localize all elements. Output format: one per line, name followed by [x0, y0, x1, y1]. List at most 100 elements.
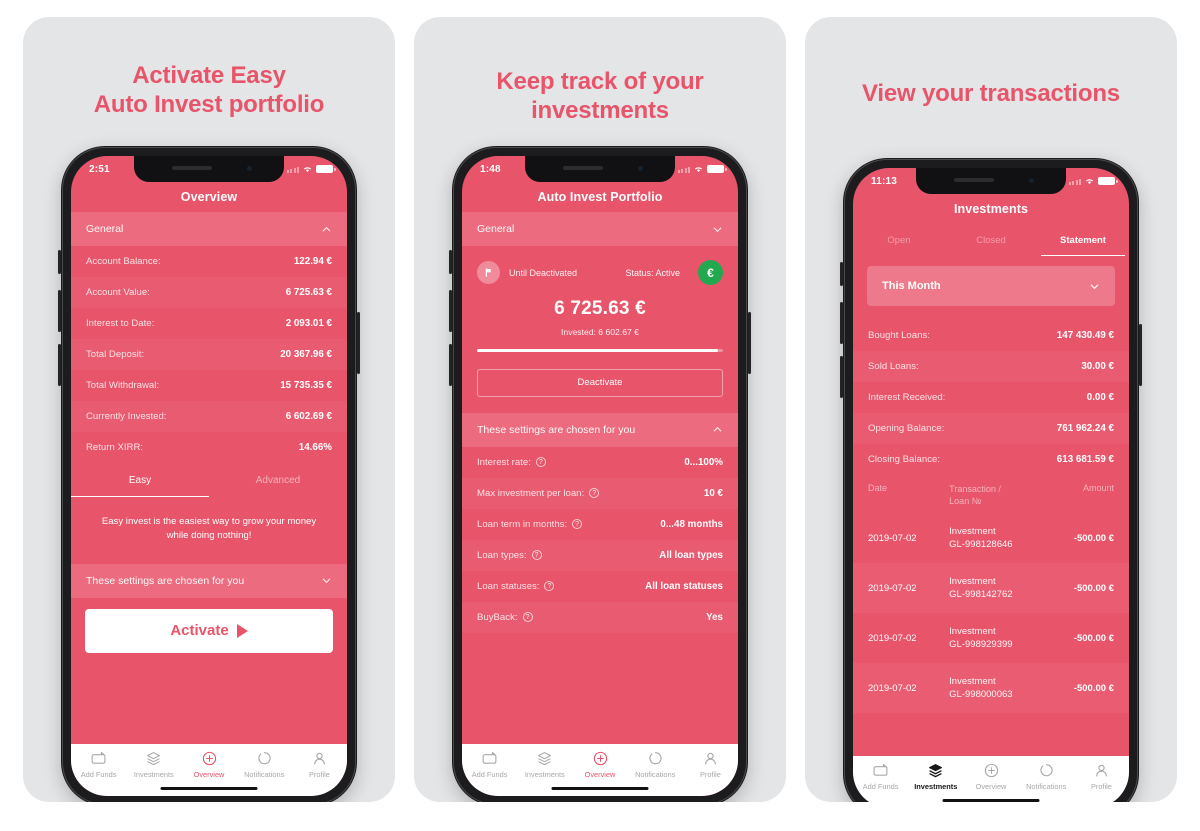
- home-indicator: [942, 798, 1040, 802]
- table-row[interactable]: 2019-07-02 Investment GL-998000063 -500.…: [853, 663, 1129, 714]
- tab-label: Profile: [1090, 782, 1112, 791]
- promo-panel-2: Keep track of your investments 1:48 Auto…: [414, 17, 786, 802]
- phone-mockup-2: 1:48 Auto Invest Portfolio General Until…: [449, 146, 751, 802]
- tab-overview[interactable]: Overview: [572, 750, 627, 779]
- segment-statement[interactable]: Statement: [1037, 224, 1129, 256]
- tab-profile[interactable]: Profile: [683, 750, 738, 779]
- setting-label-group: Loan term in months: ?: [477, 518, 583, 530]
- summary-value: 761 962.24 €: [1056, 423, 1114, 434]
- help-icon[interactable]: ?: [589, 488, 600, 498]
- tab-notifications[interactable]: Notifications: [628, 750, 683, 779]
- earpiece-speaker: [954, 178, 994, 182]
- table-row: Return XIRR: 14.66%: [71, 432, 347, 463]
- tab-label: Investments: [133, 770, 174, 779]
- setting-row: Max investment per loan: ? 10 €: [462, 477, 738, 509]
- signal-icon: [286, 166, 299, 173]
- tab-label: Investments: [914, 782, 958, 791]
- status-indicators: [286, 165, 336, 173]
- tab-add-funds[interactable]: Add Funds: [71, 750, 126, 779]
- summary-row: Bought Loans: 147 430.49 €: [853, 320, 1129, 351]
- transactions-table-header: Date Transaction / Loan № Amount: [853, 475, 1129, 513]
- setting-label-group: Loan statuses: ?: [477, 581, 555, 592]
- page-title: Investments: [953, 202, 1029, 216]
- segment-open[interactable]: Open: [853, 224, 945, 256]
- table-row[interactable]: 2019-07-02 Investment GL-998128646 -500.…: [853, 513, 1129, 563]
- cell-date: 2019-07-02: [868, 682, 917, 694]
- cell-amount: -500.00 €: [1073, 682, 1114, 694]
- summary-row: Closing Balance: 613 681.59 €: [853, 444, 1129, 475]
- overview-icon: [201, 750, 218, 767]
- power-button: [748, 312, 751, 374]
- tab-label: Add Funds: [471, 770, 508, 779]
- table-row[interactable]: 2019-07-02 Investment GL-998929399 -500.…: [853, 613, 1129, 663]
- summary-value: 0.00 €: [1086, 392, 1114, 403]
- loan-number: GL-998128646: [949, 539, 1013, 551]
- tab-overview[interactable]: Overview: [181, 750, 236, 779]
- chosen-settings-header[interactable]: These settings are chosen for you: [462, 412, 738, 447]
- mute-switch: [58, 250, 61, 274]
- status-time: 2:51: [89, 163, 110, 175]
- tab-profile[interactable]: Profile: [1074, 762, 1129, 791]
- tab-notifications[interactable]: Notifications: [237, 750, 292, 779]
- tab-overview[interactable]: Overview: [963, 762, 1018, 791]
- help-icon[interactable]: ?: [535, 457, 546, 467]
- tab-investments[interactable]: Investments: [908, 762, 963, 791]
- setting-row: Loan term in months: ? 0...48 months: [462, 509, 738, 540]
- table-row: Account Value: 6 725.63 €: [71, 277, 347, 308]
- tab-easy[interactable]: Easy: [71, 463, 209, 497]
- activate-button[interactable]: Activate: [85, 608, 333, 653]
- volume-up-button: [449, 290, 452, 332]
- earpiece-speaker: [172, 166, 212, 170]
- row-label: Account Balance:: [86, 256, 161, 267]
- summary-value: 30.00 €: [1081, 361, 1114, 372]
- tab-advanced[interactable]: Advanced: [209, 463, 347, 497]
- row-value: 2 093.01 €: [285, 318, 332, 329]
- screen-content: General Account Balance: 122.94 € Accoun…: [71, 212, 347, 744]
- home-indicator: [551, 786, 649, 790]
- tab-profile[interactable]: Profile: [292, 750, 347, 779]
- portfolio-invested: Invested: 6 602.67 €: [561, 327, 639, 337]
- tab-add-funds[interactable]: Add Funds: [462, 750, 517, 779]
- volume-down-button: [58, 344, 61, 386]
- tab-notifications[interactable]: Notifications: [1019, 762, 1074, 791]
- row-value: 122.94 €: [293, 256, 332, 267]
- help-icon[interactable]: ?: [544, 581, 555, 591]
- row-label: Total Withdrawal:: [86, 380, 160, 391]
- loan-number: GL-998000063: [949, 689, 1013, 701]
- help-icon[interactable]: ?: [572, 519, 583, 529]
- segment-closed[interactable]: Closed: [945, 224, 1037, 256]
- general-section-header[interactable]: General: [462, 212, 738, 246]
- wifi-icon: [693, 165, 704, 173]
- tab-investments[interactable]: Investments: [126, 750, 181, 779]
- deactivate-button[interactable]: Deactivate: [477, 368, 723, 397]
- row-label: Interest to Date:: [86, 318, 155, 329]
- tab-label: Add Funds: [862, 782, 899, 791]
- help-icon[interactable]: ?: [531, 550, 542, 560]
- page-title: Overview: [180, 190, 238, 204]
- period-filter-dropdown[interactable]: This Month: [867, 266, 1115, 306]
- general-section-header[interactable]: General: [71, 212, 347, 246]
- promo-panel-1: Activate Easy Auto Invest portfolio 2:51: [23, 17, 395, 802]
- setting-label-group: BuyBack: ?: [477, 612, 533, 623]
- tab-label: Profile: [699, 770, 721, 779]
- overview-icon: [592, 750, 609, 767]
- setting-label: Loan term in months:: [477, 518, 568, 530]
- table-row: Total Deposit: 20 367.96 €: [71, 339, 347, 370]
- chosen-settings-header[interactable]: These settings are chosen for you: [71, 563, 347, 598]
- general-section-label: General: [477, 223, 515, 235]
- tab-add-funds[interactable]: Add Funds: [853, 762, 908, 791]
- panel-headline: Keep track of your investments: [496, 68, 704, 125]
- notifications-icon: [256, 750, 273, 767]
- add-funds-icon: [90, 750, 107, 767]
- phone-screen: 1:48 Auto Invest Portfolio General Until…: [462, 156, 738, 796]
- cell-amount: -500.00 €: [1073, 532, 1114, 544]
- row-label: Currently Invested:: [86, 411, 167, 422]
- battery-icon: [1098, 177, 1118, 185]
- profile-icon: [1093, 762, 1110, 779]
- table-row[interactable]: 2019-07-02 Investment GL-998142762 -500.…: [853, 563, 1129, 614]
- chevron-down-icon: [1089, 281, 1100, 292]
- help-icon[interactable]: ?: [522, 612, 533, 622]
- tab-investments[interactable]: Investments: [517, 750, 572, 779]
- front-camera: [638, 166, 643, 171]
- phone-frame: 1:48 Auto Invest Portfolio General Until…: [449, 146, 751, 802]
